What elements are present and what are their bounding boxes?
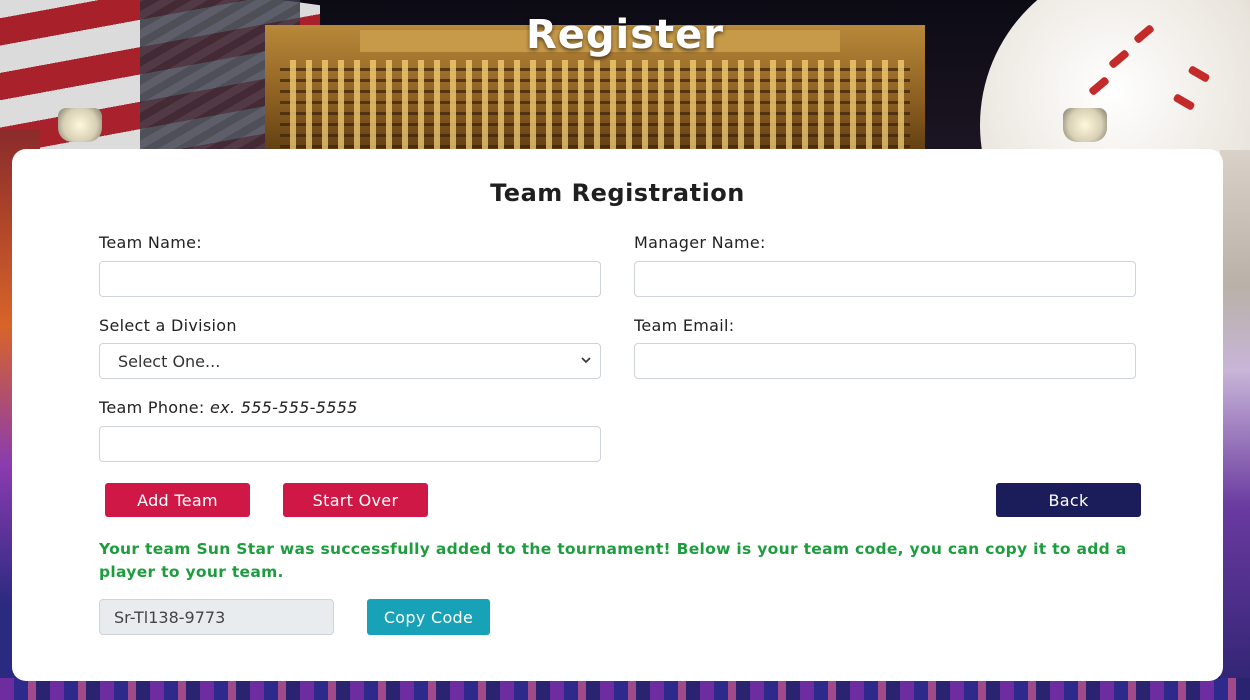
add-team-button[interactable]: Add Team (105, 483, 250, 517)
form-title: Team Registration (490, 179, 745, 207)
team-name-input[interactable] (99, 261, 601, 297)
team-code-value: Sr-Tl138-9773 (114, 607, 226, 627)
copy-code-button[interactable]: Copy Code (367, 599, 490, 635)
team-phone-label: Team Phone: ex. 555-555-5555 (99, 398, 358, 417)
manager-name-input[interactable] (634, 261, 1136, 297)
success-message: Your team Sun Star was successfully adde… (99, 540, 1127, 581)
manager-name-label: Manager Name: (634, 233, 766, 252)
division-label: Select a Division (99, 316, 237, 335)
chevron-down-icon (581, 357, 591, 364)
team-phone-input[interactable] (99, 426, 601, 462)
back-button[interactable]: Back (996, 483, 1141, 517)
start-over-button[interactable]: Start Over (283, 483, 428, 517)
division-selected-value: Select One... (118, 351, 221, 371)
registration-card: Team Registration Team Name: Manager Nam… (12, 149, 1223, 681)
team-code-field[interactable]: Sr-Tl138-9773 (99, 599, 334, 635)
team-name-label: Team Name: (99, 233, 202, 252)
page-title: Register (525, 12, 725, 58)
team-phone-hint: ex. 555-555-5555 (210, 398, 358, 417)
team-email-input[interactable] (634, 343, 1136, 379)
division-select[interactable]: Select One... (99, 343, 601, 379)
team-phone-label-text: Team Phone: (99, 398, 205, 417)
team-email-label: Team Email: (634, 316, 735, 335)
